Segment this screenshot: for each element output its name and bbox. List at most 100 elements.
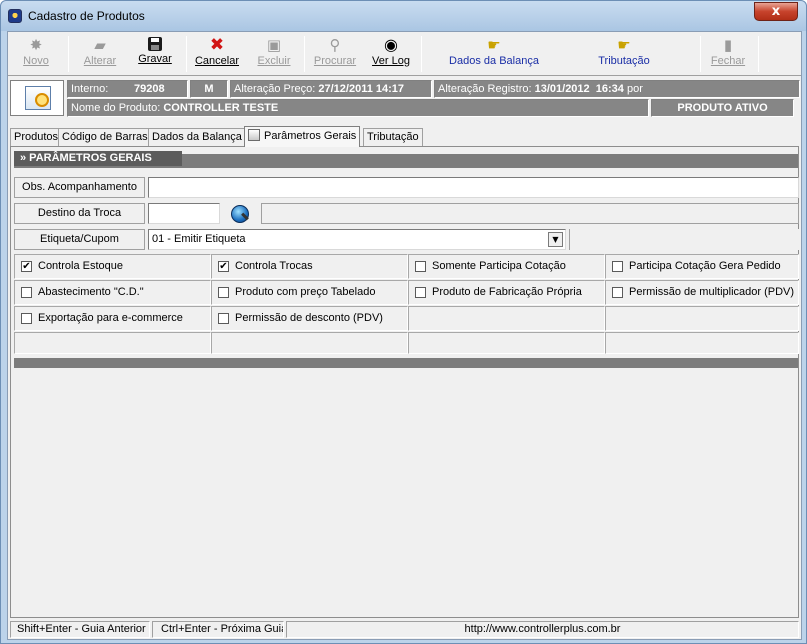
destino-troca-description	[261, 203, 799, 224]
app-icon	[8, 9, 22, 23]
checkbox-box[interactable]	[218, 313, 229, 324]
checkbox-box[interactable]	[218, 287, 229, 298]
gravar-button[interactable]: Gravar	[134, 33, 176, 73]
procurar-button[interactable]: ⚲ Procurar	[312, 33, 358, 73]
status-value: PRODUTO ATIVO	[677, 102, 768, 114]
novo-button[interactable]: ✸ Novo	[16, 33, 56, 73]
permissao-desconto-checkbox[interactable]: Permissão de desconto (PDV)	[211, 306, 408, 331]
checkbox-box[interactable]: ✔	[218, 261, 229, 272]
toolbar-separator	[421, 36, 422, 72]
tributacao-button[interactable]: ☛ Tributação	[586, 33, 662, 73]
por-label: por	[626, 83, 643, 95]
checkbox-box[interactable]	[612, 287, 623, 298]
app-window: Cadastro de Produtos x ✸ Novo ▰ Alterar …	[0, 0, 807, 644]
obs-acompanhamento-label: Obs. Acompanhamento	[14, 177, 145, 198]
etiqueta-cupom-select[interactable]: 01 - Emitir Etiqueta ▼	[148, 229, 566, 250]
interno-label: Interno:	[71, 83, 109, 95]
title-bar[interactable]: Cadastro de Produtos x	[1, 1, 806, 31]
abastecimento-cd-checkbox[interactable]: Abastecimento "C.D."	[14, 280, 211, 305]
close-window-button[interactable]: x	[754, 2, 798, 21]
etiqueta-spacer	[569, 229, 799, 250]
section-bar: » PARÂMETROS GERAIS	[14, 151, 798, 168]
alteracao-preco-value: 27/12/2011 14:17	[318, 83, 405, 95]
checkbox-box[interactable]	[415, 287, 426, 298]
checkbox-label: Participa Cotação Gera Pedido	[629, 260, 781, 272]
produto-preco-tabelado-checkbox[interactable]: Produto com preço Tabelado	[211, 280, 408, 305]
tab-produtos[interactable]: Produtos	[10, 128, 63, 146]
tipo-field: M	[190, 80, 228, 98]
fechar-button[interactable]: ▮ Fechar	[706, 33, 750, 73]
novo-label: Novo	[23, 55, 49, 67]
dados-balanca-label: Dados da Balança	[449, 55, 539, 67]
checkbox-box[interactable]	[612, 261, 623, 272]
checkbox-label: Controla Trocas	[235, 260, 313, 272]
tab-dados-balanca[interactable]: Dados da Balança	[148, 128, 246, 146]
checkbox-label: Permissão de desconto (PDV)	[235, 312, 383, 324]
dados-balanca-button[interactable]: ☛ Dados da Balança	[444, 33, 544, 73]
checkbox-label: Controla Estoque	[38, 260, 123, 272]
excluir-label: Excluir	[257, 55, 291, 67]
tipo-value: M	[204, 83, 214, 95]
nome-produto-field: Nome do Produto: CONTROLLER TESTE	[67, 99, 649, 117]
empty-cell	[408, 306, 605, 331]
nome-produto-label: Nome do Produto:	[71, 102, 161, 114]
interno-field: Interno: 79208	[67, 80, 188, 98]
participa-cotacao-gera-pedido-checkbox[interactable]: Participa Cotação Gera Pedido	[605, 254, 799, 279]
excluir-button[interactable]: ▣ Excluir	[254, 33, 294, 73]
empty-cell	[605, 306, 799, 331]
chevron-down-icon[interactable]: ▼	[548, 232, 563, 247]
checkbox-label: Abastecimento "C.D."	[38, 286, 144, 298]
edit-icon: ▰	[94, 36, 106, 54]
door-icon: ▮	[723, 36, 733, 54]
search-globe-icon[interactable]	[231, 205, 249, 223]
controla-estoque-checkbox[interactable]: ✔ Controla Estoque	[14, 254, 211, 279]
destino-troca-input[interactable]	[148, 203, 220, 224]
alteracao-preco-label: Alteração Preço:	[234, 83, 316, 95]
toolbar-separator	[186, 36, 187, 72]
somente-participa-cotacao-checkbox[interactable]: Somente Participa Cotação	[408, 254, 605, 279]
exportacao-ecommerce-checkbox[interactable]: Exportação para e-commerce	[14, 306, 211, 331]
floppy-disk-icon	[148, 37, 162, 51]
checkbox-box[interactable]	[21, 287, 32, 298]
status-badge: PRODUTO ATIVO	[651, 99, 794, 117]
controla-trocas-checkbox[interactable]: ✔ Controla Trocas	[211, 254, 408, 279]
checkbox-box[interactable]	[415, 261, 426, 272]
toolbar-separator	[68, 36, 69, 72]
produto-fabricacao-propria-checkbox[interactable]: Produto de Fabricação Própria	[408, 280, 605, 305]
interno-value: 79208	[134, 83, 165, 95]
checkbox-label: Produto de Fabricação Própria	[432, 286, 582, 298]
status-next-tab: Ctrl+Enter - Próxima Guia	[152, 621, 284, 638]
obs-acompanhamento-input[interactable]	[148, 177, 799, 198]
cancelar-button[interactable]: ✖ Cancelar	[194, 33, 240, 73]
status-prev-tab: Shift+Enter - Guia Anterior	[10, 621, 150, 638]
cancelar-label: Cancelar	[194, 55, 240, 67]
status-url: http://www.controllerplus.com.br	[286, 621, 799, 638]
tributacao-label: Tributação	[598, 55, 650, 67]
etiqueta-cupom-label: Etiqueta/Cupom	[14, 229, 145, 250]
parametros-panel: » PARÂMETROS GERAIS Obs. Acompanhamento …	[10, 146, 799, 618]
checkbox-label: Permissão de multiplicador (PDV)	[629, 286, 795, 298]
checkbox-box[interactable]	[21, 313, 32, 324]
toolbar-separator	[700, 36, 701, 72]
alterar-label: Alterar	[83, 55, 117, 67]
procurar-label: Procurar	[313, 55, 357, 67]
alterar-button[interactable]: ▰ Alterar	[78, 33, 122, 73]
product-image[interactable]	[10, 80, 64, 116]
red-x-icon: ✖	[209, 35, 225, 55]
tab-codigo-barras[interactable]: Código de Barras	[58, 128, 152, 146]
empty-cell	[605, 332, 799, 354]
tab-tributacao[interactable]: Tributação	[363, 128, 423, 146]
hand-pointer-icon: ☛	[487, 36, 501, 54]
permissao-multiplicador-checkbox[interactable]: Permissão de multiplicador (PDV)	[605, 280, 799, 305]
checkbox-box[interactable]: ✔	[21, 261, 32, 272]
window-title: Cadastro de Produtos	[28, 9, 145, 23]
etiqueta-cupom-value: 01 - Emitir Etiqueta	[152, 233, 246, 245]
document-icon	[248, 129, 260, 141]
tab-parametros-gerais[interactable]: Parâmetros Gerais	[244, 126, 361, 147]
toolbar-separator	[758, 36, 759, 72]
empty-cell	[14, 332, 211, 354]
alteracao-registro-label: Alteração Registro:	[438, 83, 532, 95]
alteracao-registro-value: 13/01/2012 16:34	[534, 83, 624, 95]
ver-log-button[interactable]: ◉ Ver Log	[368, 33, 414, 73]
status-bar: Shift+Enter - Guia Anterior Ctrl+Enter -…	[8, 619, 801, 639]
